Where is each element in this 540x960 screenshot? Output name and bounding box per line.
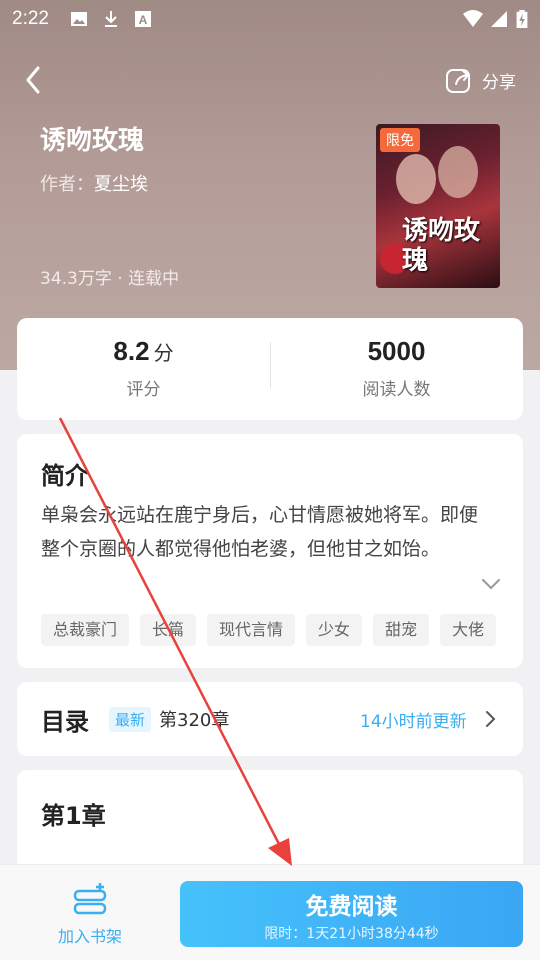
share-icon: [446, 69, 470, 93]
update-time: 14小时前更新: [360, 712, 467, 732]
tag[interactable]: 甜宠: [373, 614, 430, 646]
readers-stat: 5000 阅读人数: [270, 336, 523, 400]
download-icon: [105, 11, 117, 27]
free-badge: 限免: [380, 128, 420, 152]
share-button[interactable]: 分享: [444, 62, 528, 98]
latest-badge: 最新: [109, 707, 152, 732]
bookshelf-add-icon: [73, 883, 107, 915]
stats-card: 8.2 分 评分 5000 阅读人数: [17, 318, 523, 420]
share-label: 分享: [482, 72, 516, 93]
intro-title: 简介: [41, 462, 89, 490]
battery-icon: [516, 10, 528, 28]
wifi-icon: [463, 10, 483, 27]
toc-title: 目录: [41, 708, 89, 736]
author-label: 作者：: [40, 174, 94, 195]
cover-art: [438, 146, 478, 198]
chevron-right-icon: [486, 711, 496, 727]
toc-card[interactable]: 目录 最新 第320章 14小时前更新: [17, 682, 523, 756]
bottom-bar: 加入书架 免费阅读 限时：1天21小时38分44秒: [0, 864, 540, 960]
author-name[interactable]: 夏尘埃: [94, 174, 148, 195]
book-author[interactable]: 作者：夏尘埃: [40, 170, 148, 196]
status-time: 2:22: [12, 8, 49, 29]
image-icon: [71, 12, 87, 26]
rating-label: 评分: [126, 380, 161, 400]
tag[interactable]: 少女: [306, 614, 363, 646]
rating-unit: 分: [153, 341, 174, 365]
book-meta: 34.3万字 · 连载中: [40, 269, 180, 289]
tag[interactable]: 现代言情: [207, 614, 296, 646]
add-to-shelf-button[interactable]: 加入书架: [50, 883, 130, 946]
tag-list: 总裁豪门 长篇 现代言情 少女 甜宠 大佬: [41, 614, 523, 646]
svg-text:A: A: [139, 13, 148, 27]
intro-text: 单枭会永远站在鹿宁身后，心甘情愿被她将军。即便整个京圈的人都觉得他怕老婆，但他甘…: [41, 504, 479, 560]
signal-icon: [491, 11, 507, 27]
chevron-left-icon: [26, 66, 40, 94]
tag[interactable]: 总裁豪门: [41, 614, 130, 646]
a-icon: A: [135, 11, 151, 27]
chapter-title: 第1章: [41, 802, 106, 830]
status-bar: 2:22 A: [0, 0, 540, 38]
rating-stat: 8.2 分 评分: [17, 336, 270, 400]
intro-card: 简介 单枭会永远站在鹿宁身后，心甘情愿被她将军。即便整个京圈的人都觉得他怕老婆，…: [17, 434, 523, 668]
rating-value: 8.2: [113, 336, 150, 366]
readers-value: 5000: [367, 336, 426, 366]
chevron-down-icon[interactable]: [479, 572, 503, 596]
free-read-button[interactable]: 免费阅读 限时：1天21小时38分44秒: [180, 881, 523, 947]
book-cover[interactable]: 限免 诱吻玫瑰: [376, 124, 500, 288]
countdown-label: 限时：1天21小时38分44秒: [264, 926, 439, 942]
readers-label: 阅读人数: [362, 380, 431, 400]
cover-art: [396, 154, 436, 204]
tag[interactable]: 长篇: [140, 614, 197, 646]
latest-chapter: 第320章: [159, 710, 230, 731]
back-button[interactable]: [18, 62, 54, 98]
tag[interactable]: 大佬: [440, 614, 497, 646]
free-read-label: 免费阅读: [305, 894, 398, 920]
add-to-shelf-label: 加入书架: [57, 927, 122, 946]
cover-title: 诱吻玫瑰: [402, 216, 481, 276]
book-title: 诱吻玫瑰: [40, 126, 145, 156]
